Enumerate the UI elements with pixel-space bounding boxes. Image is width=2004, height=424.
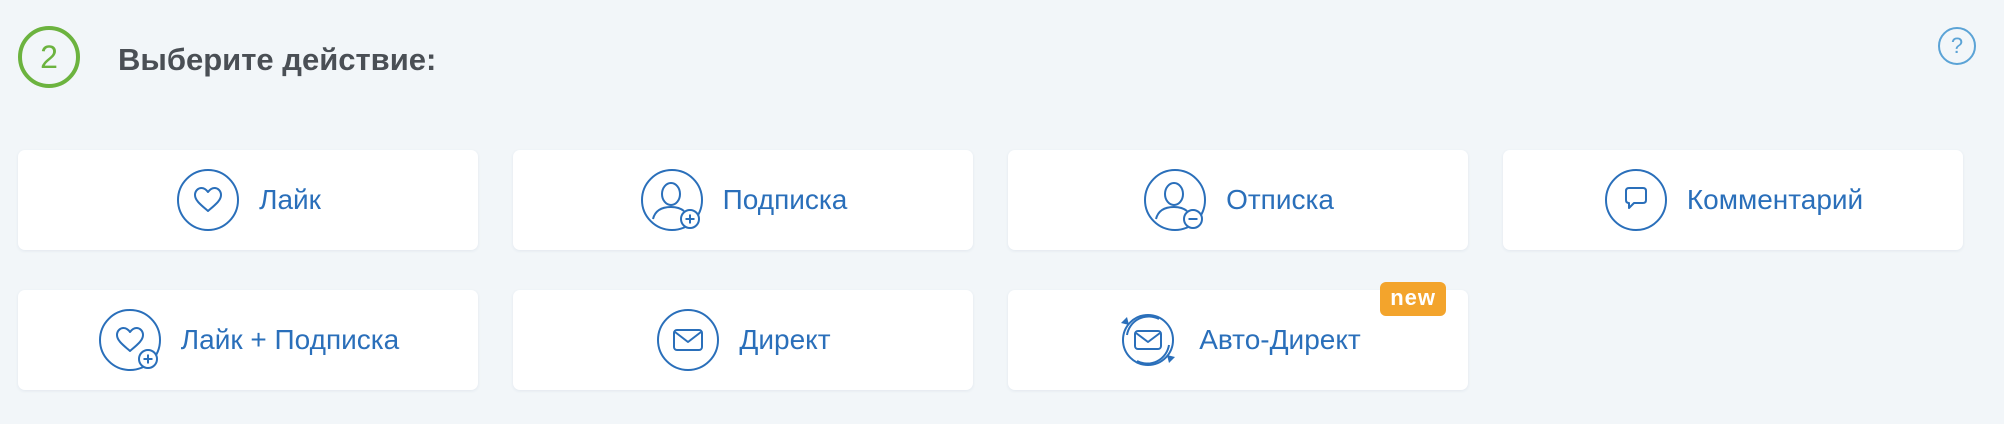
action-card-like-follow[interactable]: Лайк + Подписка [18,290,478,390]
action-label-auto-direct: Авто-Директ [1199,324,1361,355]
user-remove-icon [1142,167,1208,233]
heart-icon [175,167,241,233]
envelope-icon [655,307,721,373]
help-button[interactable]: ? [1938,27,1976,65]
action-label-like-follow: Лайк + Подписка [180,324,400,355]
action-card-comment[interactable]: Комментарий [1503,150,1963,250]
action-card-follow[interactable]: Подписка [513,150,973,250]
action-card-direct[interactable]: Директ [513,290,973,390]
action-label-unfollow: Отписка [1226,184,1334,215]
action-label-follow: Подписка [722,184,848,215]
action-label-like: Лайк [259,184,321,215]
action-card-auto-direct[interactable]: new Авто-Директ [1008,282,1468,390]
heart-add-icon [97,307,163,373]
action-card-unfollow[interactable]: Отписка [1008,150,1468,250]
step-title: Выберите действие: [118,42,437,77]
action-selection-panel: 2 Выберите действие: ? Лайк Подписка Отп… [0,0,2004,424]
action-label-comment: Комментарий [1686,184,1864,215]
auto-envelope-icon [1115,307,1181,373]
user-add-icon [639,167,705,233]
action-card-like[interactable]: Лайк [18,150,478,250]
action-label-direct: Директ [739,324,831,355]
step-number-badge: 2 [18,26,80,88]
comment-icon [1603,167,1669,233]
